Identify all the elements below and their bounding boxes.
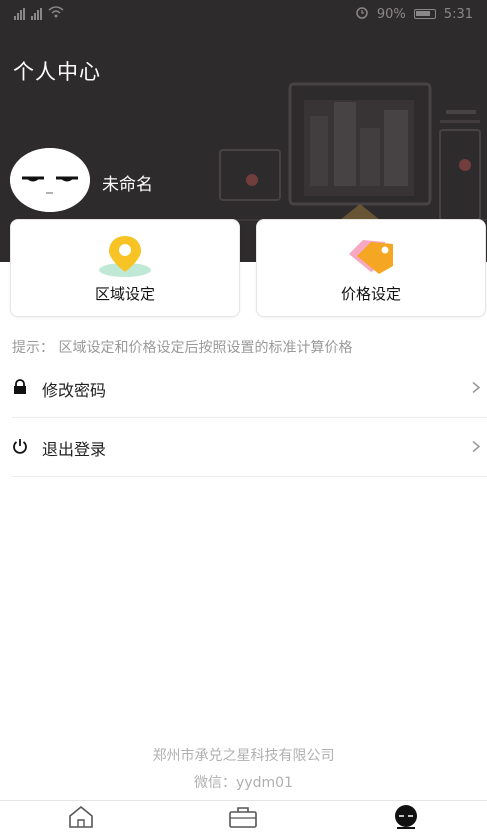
price-settings-label: 价格设定 <box>340 285 401 303</box>
signal-icon-2 <box>31 8 42 20</box>
alarm-icon <box>355 5 369 23</box>
briefcase-icon <box>228 805 258 833</box>
wechat-id: 微信：yydm01 <box>194 775 293 791</box>
chevron-right-icon <box>471 438 481 457</box>
page-title: 个人中心 <box>13 60 101 84</box>
divider <box>12 476 487 477</box>
change-password-row[interactable]: 修改密码 <box>0 359 487 418</box>
wifi-icon <box>48 6 64 22</box>
status-right: 90% 5:31 <box>355 5 473 23</box>
power-icon <box>12 438 28 458</box>
status-bar: 90% 5:31 <box>0 0 487 28</box>
battery-icon <box>413 9 436 19</box>
status-time: 5:31 <box>443 6 473 22</box>
status-left <box>14 6 64 22</box>
bottom-tab-bar <box>0 800 487 837</box>
signal-icon <box>14 8 25 20</box>
chevron-right-icon <box>471 379 481 398</box>
logout-label: 退出登录 <box>42 439 107 459</box>
region-settings-label: 区域设定 <box>94 285 155 303</box>
price-tag-icon <box>341 232 401 282</box>
region-settings-card[interactable]: 区域设定 <box>10 219 240 317</box>
tab-orders[interactable] <box>162 801 324 837</box>
logout-row[interactable]: 退出登录 <box>0 418 487 477</box>
change-password-label: 修改密码 <box>42 380 107 400</box>
home-icon <box>67 805 95 833</box>
tip-text: 提示： 区域设定和价格设定后按照设置的标准计算价格 <box>12 340 353 356</box>
avatar[interactable] <box>10 148 90 212</box>
location-pin-icon <box>95 232 155 282</box>
sleepy-face-icon <box>10 148 90 212</box>
battery-percent: 90% <box>376 6 406 22</box>
company-name: 郑州市承兑之星科技有限公司 <box>152 748 335 764</box>
tab-home[interactable] <box>0 801 162 837</box>
lock-icon <box>12 378 28 399</box>
username: 未命名 <box>102 175 153 195</box>
profile-icon <box>391 804 421 834</box>
price-settings-card[interactable]: 价格设定 <box>256 219 486 317</box>
tab-profile[interactable] <box>325 801 487 837</box>
